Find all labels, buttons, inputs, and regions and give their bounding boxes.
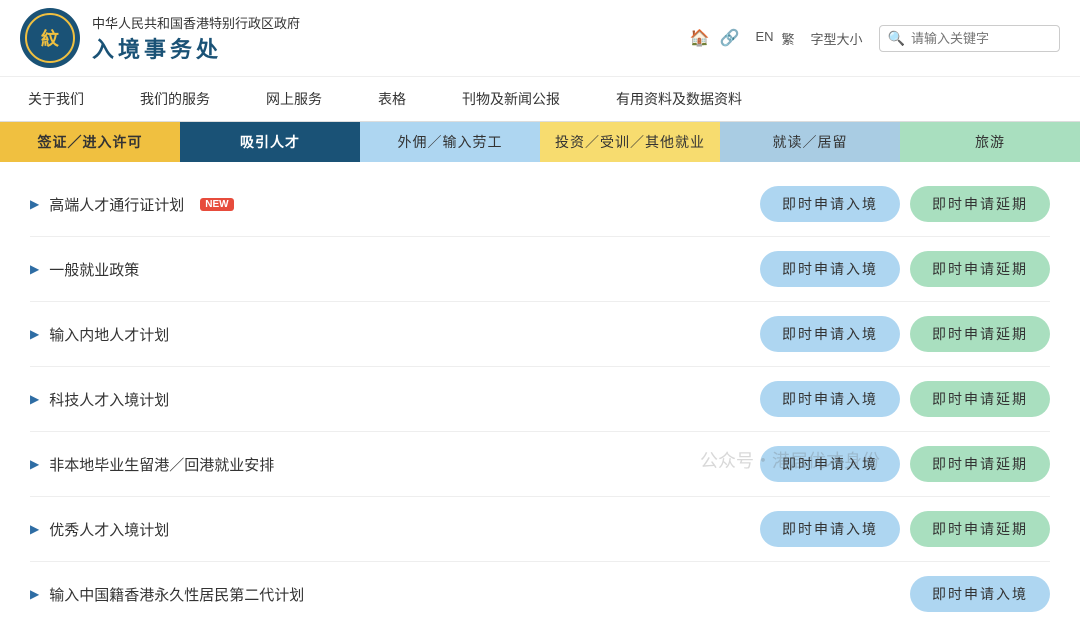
search-input[interactable] <box>911 31 1051 46</box>
header: 紋 中华人民共和国香港特别行政区政府 入境事务处 🏠 🔗 EN 繁 字型大小 🔍 <box>0 0 1080 77</box>
title-top: 中华人民共和国香港特别行政区政府 <box>92 13 300 32</box>
list-item-left: ▶ 优秀人才入境计划 <box>30 519 169 540</box>
list-item-right: 即时申请入境即时申请延期 <box>760 511 1050 547</box>
apply-entry-btn[interactable]: 即时申请入境 <box>910 576 1050 612</box>
arrow-icon: ▶ <box>30 262 39 276</box>
subnav-talent[interactable]: 吸引人才 <box>180 122 360 162</box>
list-item-left: ▶ 科技人才入境计划 <box>30 389 169 410</box>
header-left: 紋 中华人民共和国香港特别行政区政府 入境事务处 <box>20 8 300 68</box>
subnav-visa[interactable]: 签证／进入许可 <box>0 122 180 162</box>
list-item-left: ▶ 高端人才通行证计划 NEW <box>30 194 234 215</box>
apply-entry-btn[interactable]: 即时申请入境 <box>760 251 900 287</box>
apply-extension-btn[interactable]: 即时申请延期 <box>910 446 1050 482</box>
list-item: ▶ 输入中国籍香港永久性居民第二代计划 即时申请入境 <box>30 562 1050 626</box>
list-item-label: 科技人才入境计划 <box>49 389 169 410</box>
list-item-label: 优秀人才入境计划 <box>49 519 169 540</box>
list-item-right: 即时申请入境即时申请延期 <box>760 316 1050 352</box>
nav-item-resources[interactable]: 有用资料及数据资料 <box>588 77 770 121</box>
nav-item-publications[interactable]: 刊物及新闻公报 <box>434 77 588 121</box>
apply-extension-btn[interactable]: 即时申请延期 <box>910 316 1050 352</box>
nav-item-forms[interactable]: 表格 <box>350 77 434 121</box>
lang-tc-btn[interactable]: 繁 <box>782 29 795 48</box>
apply-extension-btn[interactable]: 即时申请延期 <box>910 381 1050 417</box>
main-nav: 关于我们 我们的服务 网上服务 表格 刊物及新闻公报 有用资料及数据资料 <box>0 77 1080 122</box>
subnav-study[interactable]: 就读／居留 <box>720 122 900 162</box>
list-item-label: 一般就业政策 <box>49 259 139 280</box>
list-item-left: ▶ 非本地毕业生留港／回港就业安排 <box>30 454 274 475</box>
content-area: ▶高端人才通行证计划NEW即时申请入境即时申请延期▶一般就业政策即时申请入境即时… <box>0 162 1080 636</box>
apply-entry-btn[interactable]: 即时申请入境 <box>760 446 900 482</box>
title-main: 入境事务处 <box>92 32 300 64</box>
list-item-label: 输入中国籍香港永久性居民第二代计划 <box>49 584 304 605</box>
lang-en-btn[interactable]: EN <box>755 29 773 48</box>
list-item-label: 高端人才通行证计划 <box>49 194 184 215</box>
apply-extension-btn[interactable]: 即时申请延期 <box>910 251 1050 287</box>
subnav-helpers[interactable]: 外佣／输入劳工 <box>360 122 540 162</box>
arrow-icon: ▶ <box>30 392 39 406</box>
nav-item-services[interactable]: 我们的服务 <box>112 77 238 121</box>
list-item-label: 输入内地人才计划 <box>49 324 169 345</box>
list-item-right: 即时申请入境即时申请延期 <box>760 446 1050 482</box>
list-item-label: 非本地毕业生留港／回港就业安排 <box>49 454 274 475</box>
title-block: 中华人民共和国香港特别行政区政府 入境事务处 <box>92 13 300 64</box>
list-item-left: ▶ 输入内地人才计划 <box>30 324 169 345</box>
list-item-right: 即时申请入境即时申请延期 <box>760 251 1050 287</box>
list-item-right: 即时申请入境即时申请延期 <box>760 186 1050 222</box>
arrow-icon: ▶ <box>30 327 39 341</box>
list-item: ▶ 非本地毕业生留港／回港就业安排 即时申请入境即时申请延期 <box>30 432 1050 497</box>
list-item-left: ▶ 输入中国籍香港永久性居民第二代计划 <box>30 584 304 605</box>
apply-extension-btn[interactable]: 即时申请延期 <box>910 511 1050 547</box>
apply-entry-btn[interactable]: 即时申请入境 <box>760 316 900 352</box>
apply-entry-btn[interactable]: 即时申请入境 <box>760 186 900 222</box>
logo: 紋 <box>20 8 80 68</box>
list-item: ▶ 一般就业政策 即时申请入境即时申请延期 <box>30 237 1050 302</box>
nav-item-about[interactable]: 关于我们 <box>0 77 112 121</box>
list-item-right: 即时申请入境即时申请延期 <box>760 381 1050 417</box>
header-icons: 🏠 🔗 <box>690 28 740 48</box>
nav-item-online[interactable]: 网上服务 <box>238 77 350 121</box>
list-item: ▶ 高端人才通行证计划 NEW 即时申请入境即时申请延期 <box>30 172 1050 237</box>
header-right: 🏠 🔗 EN 繁 字型大小 🔍 <box>690 25 1060 52</box>
search-icon: 🔍 <box>888 30 905 47</box>
list-item: ▶ 科技人才入境计划 即时申请入境即时申请延期 <box>30 367 1050 432</box>
search-box: 🔍 <box>879 25 1060 52</box>
list-item-left: ▶ 一般就业政策 <box>30 259 139 280</box>
subnav-investment[interactable]: 投资／受训／其他就业 <box>540 122 720 162</box>
svg-text:紋: 紋 <box>41 28 59 49</box>
list-item: ▶ 优秀人才入境计划 即时申请入境即时申请延期 <box>30 497 1050 562</box>
font-size-btn[interactable]: 字型大小 <box>811 29 863 48</box>
arrow-icon: ▶ <box>30 457 39 471</box>
arrow-icon: ▶ <box>30 197 39 211</box>
subnav-tourism[interactable]: 旅游 <box>900 122 1080 162</box>
list-item: ▶ 输入内地人才计划 即时申请入境即时申请延期 <box>30 302 1050 367</box>
apply-extension-btn[interactable]: 即时申请延期 <box>910 186 1050 222</box>
sub-nav: 签证／进入许可 吸引人才 外佣／输入劳工 投资／受训／其他就业 就读／居留 旅游 <box>0 122 1080 162</box>
arrow-icon: ▶ <box>30 587 39 601</box>
new-badge: NEW <box>200 198 233 211</box>
apply-entry-btn[interactable]: 即时申请入境 <box>760 511 900 547</box>
home-icon[interactable]: 🏠 <box>690 28 710 48</box>
apply-entry-btn[interactable]: 即时申请入境 <box>760 381 900 417</box>
list-item-right: 即时申请入境 <box>910 576 1050 612</box>
lang-switcher: EN 繁 <box>755 29 794 48</box>
arrow-icon: ▶ <box>30 522 39 536</box>
share-icon[interactable]: 🔗 <box>720 28 740 48</box>
